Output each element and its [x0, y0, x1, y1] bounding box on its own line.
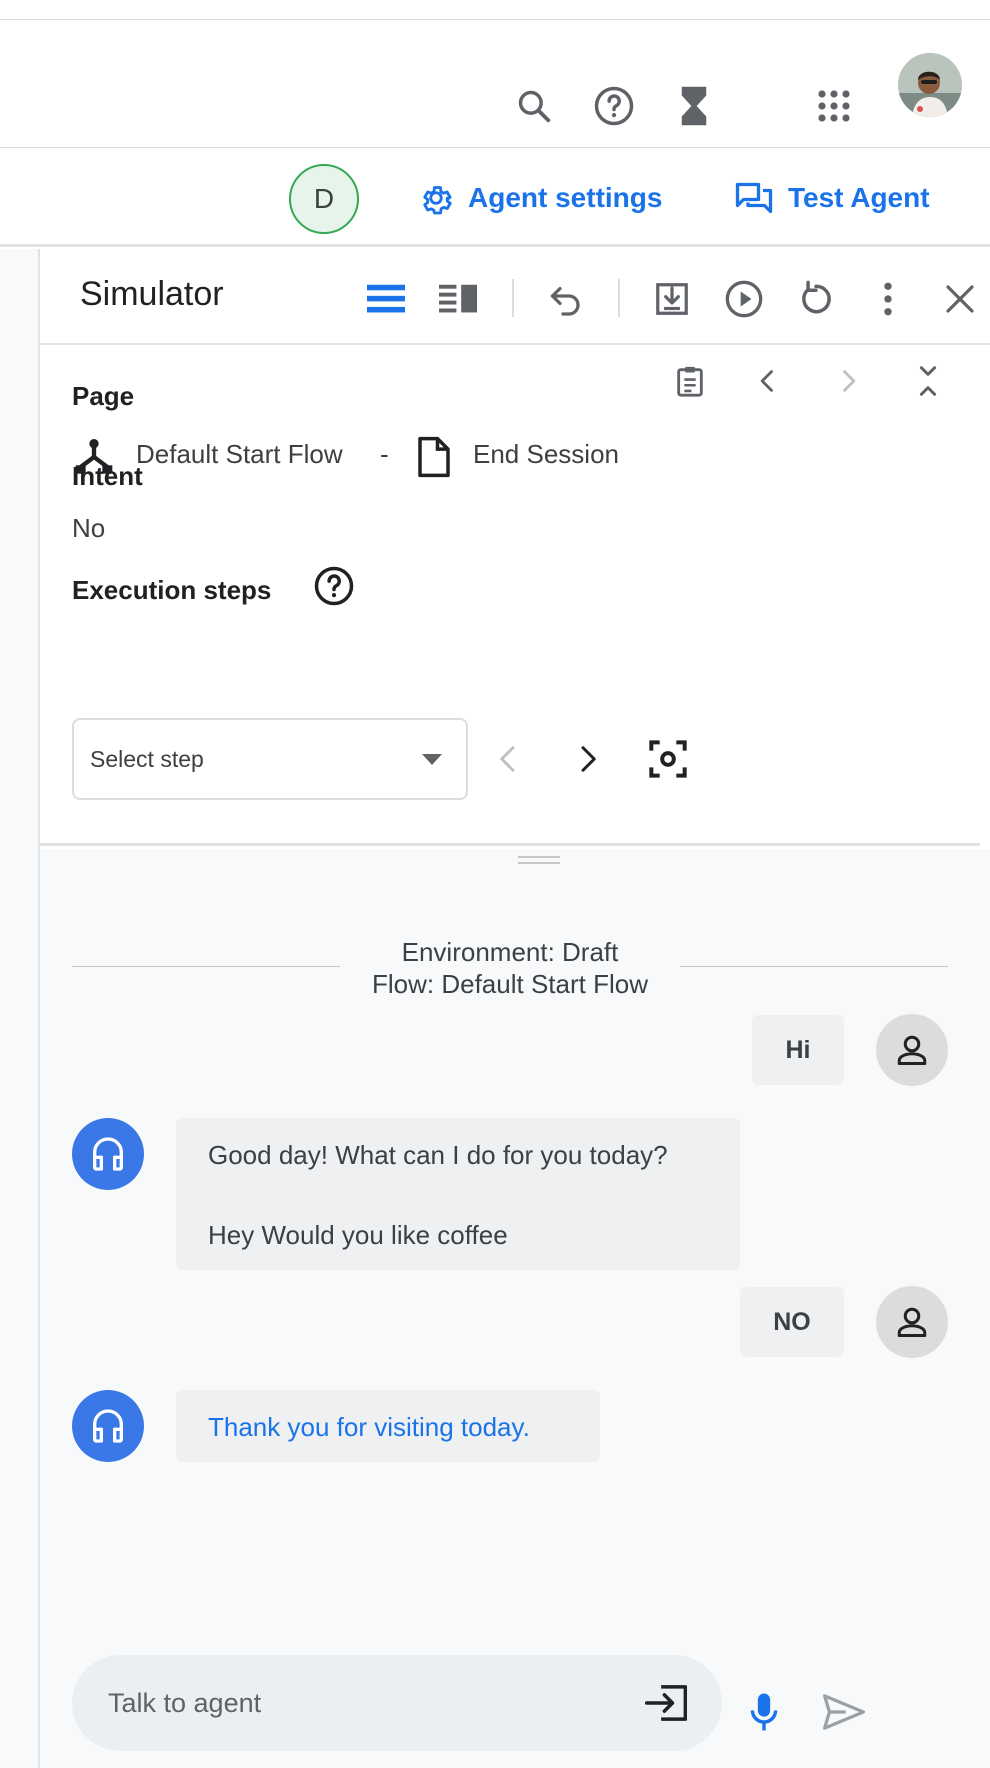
- person-icon: [897, 1307, 927, 1337]
- page-label: Page: [72, 381, 135, 411]
- play-icon[interactable]: [722, 277, 766, 321]
- user-avatar: [876, 1286, 948, 1358]
- toolbar-separator: [618, 279, 620, 317]
- focus-icon[interactable]: [646, 737, 690, 781]
- simulator-title: Simulator: [80, 275, 224, 313]
- chevron-down-icon: [422, 754, 442, 765]
- help-icon[interactable]: [592, 84, 636, 128]
- headset-icon: [93, 1409, 124, 1443]
- select-step-dropdown[interactable]: Select step: [72, 718, 468, 800]
- enter-icon[interactable]: [644, 1681, 688, 1725]
- agent-message-line: Hey Would you like coffee: [208, 1220, 508, 1250]
- page-name[interactable]: End Session: [473, 439, 619, 470]
- account-avatar[interactable]: [898, 53, 962, 117]
- step-prev-icon[interactable]: [486, 737, 530, 781]
- select-step-text: Select step: [90, 746, 204, 772]
- agent-message-line: Thank you for visiting today.: [208, 1412, 530, 1442]
- person-icon: [897, 1035, 927, 1065]
- simulator-header: Simulator: [40, 249, 990, 345]
- list-view-icon[interactable]: [364, 277, 408, 321]
- env-divider-left: [72, 966, 346, 967]
- collapse-icon[interactable]: [906, 359, 950, 403]
- export-icon[interactable]: [650, 277, 694, 321]
- user-initial-badge[interactable]: D: [289, 164, 359, 234]
- user-message: NO: [740, 1287, 844, 1357]
- split-view-icon[interactable]: [436, 277, 480, 321]
- test-agent-label: Test Agent: [788, 182, 930, 213]
- agent-settings-button[interactable]: Agent settings: [418, 176, 662, 220]
- agent-avatar: [72, 1390, 144, 1462]
- clipboard-icon[interactable]: [668, 359, 712, 403]
- top-bar: [0, 20, 990, 148]
- test-agent-button[interactable]: Test Agent: [734, 176, 930, 220]
- more-vert-icon[interactable]: [866, 277, 910, 321]
- help-icon[interactable]: [312, 564, 356, 608]
- environment-text: Environment: Draft: [401, 937, 619, 967]
- agent-avatar: [72, 1118, 144, 1190]
- undo-icon[interactable]: [544, 277, 588, 321]
- flow-page-separator: -: [380, 439, 389, 469]
- headset-icon: [93, 1137, 124, 1171]
- flow-text: Flow: Default Start Flow: [372, 969, 648, 999]
- reset-icon[interactable]: [794, 277, 838, 321]
- agent-message-line: Good day! What can I do for you today?: [208, 1140, 668, 1170]
- hourglass-icon[interactable]: [672, 84, 716, 128]
- env-divider-right: [676, 966, 948, 967]
- intent-label: Intent: [72, 461, 143, 491]
- search-icon[interactable]: [512, 84, 556, 128]
- toolbar-separator: [512, 279, 514, 317]
- gear-icon: [423, 186, 452, 215]
- close-icon[interactable]: [938, 277, 982, 321]
- left-rail: [0, 249, 40, 1768]
- agent-settings-label: Agent settings: [468, 182, 663, 213]
- resize-divider: [40, 843, 980, 846]
- simulator-panel: Simulator Page Default Start Flow - End …: [40, 249, 990, 1768]
- talk-to-agent-input[interactable]: [108, 1683, 628, 1723]
- chat-bubbles-icon: [735, 182, 773, 214]
- agent-message: Good day! What can I do for you today? H…: [176, 1118, 740, 1270]
- resize-handle[interactable]: [518, 856, 560, 864]
- page-file-icon: [412, 435, 456, 479]
- step-next-icon[interactable]: [566, 737, 610, 781]
- prev-chevron-icon[interactable]: [746, 359, 790, 403]
- send-icon[interactable]: [820, 1690, 868, 1734]
- next-chevron-icon[interactable]: [826, 359, 870, 403]
- user-avatar: [876, 1014, 948, 1086]
- agent-message: Thank you for visiting today.: [176, 1390, 600, 1462]
- chat-input-container: [72, 1655, 722, 1751]
- environment-info: Environment: Draft Flow: Default Start F…: [340, 936, 680, 1000]
- flow-name[interactable]: Default Start Flow: [136, 439, 343, 470]
- apps-grid-icon[interactable]: [812, 84, 856, 128]
- execution-steps-label: Execution steps: [72, 575, 272, 605]
- microphone-icon[interactable]: [742, 1690, 786, 1734]
- intent-value: No: [72, 513, 106, 543]
- user-message: Hi: [752, 1015, 844, 1085]
